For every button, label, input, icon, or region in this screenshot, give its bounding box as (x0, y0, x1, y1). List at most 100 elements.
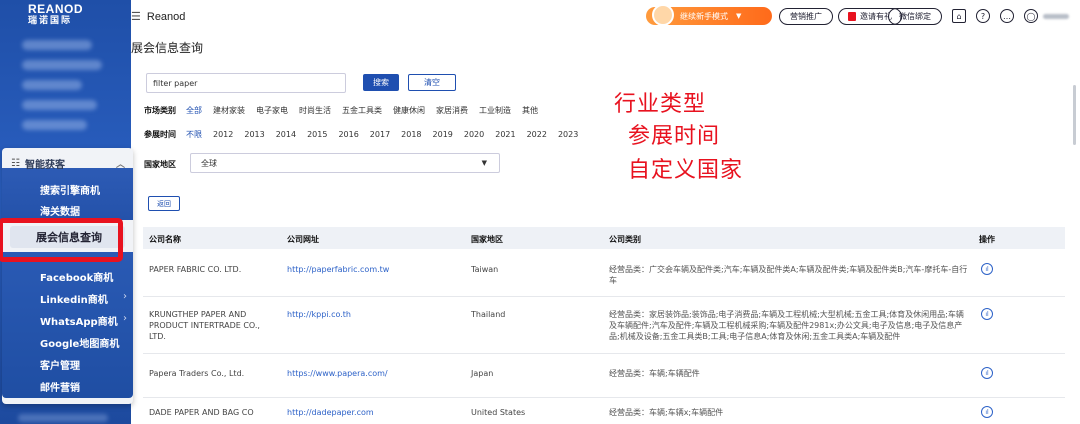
username-blurred (1043, 14, 1069, 19)
company-url[interactable]: http://paperfabric.com.tw (287, 264, 389, 275)
market-category-label: 市场类别 (144, 106, 176, 115)
market-option[interactable]: 其他 (522, 105, 538, 116)
menu-item-google-maps[interactable]: Google地图商机 (40, 335, 119, 350)
menu-item-search-engine[interactable]: 搜索引擎商机 (40, 182, 100, 197)
market-option[interactable]: 建材家装 (213, 105, 245, 116)
home-icon[interactable]: ⌂ (952, 9, 966, 23)
exhibition-time-row: 参展时间 不限 2012 2013 2014 2015 2016 2017 20… (144, 129, 589, 140)
menu-item-customer-management[interactable]: 客户管理 (40, 357, 80, 372)
logo[interactable]: REANOD 瑞诺国际 (28, 2, 84, 26)
market-option[interactable]: 工业制造 (479, 105, 511, 116)
newbie-mode-button[interactable]: 继续新手模式 ▼ (646, 4, 772, 26)
search-button[interactable]: 搜索 (363, 74, 399, 91)
exhibition-time-label: 参展时间 (144, 130, 176, 139)
time-option[interactable]: 不限 (186, 129, 202, 140)
detail-icon[interactable]: ıl (981, 308, 993, 320)
logo-text: REANOD (28, 2, 84, 16)
time-option[interactable]: 2018 (401, 130, 421, 139)
company-category: 经营品类：车辆;车辆配件 (609, 369, 700, 378)
brand-name: Reanod (146, 11, 186, 23)
message-icon[interactable]: … (1000, 9, 1014, 23)
company-url[interactable]: https://www.papera.com/ (287, 368, 388, 379)
scrollbar[interactable] (1073, 85, 1076, 145)
market-option[interactable]: 家居消费 (436, 105, 468, 116)
detail-icon[interactable]: ıl (981, 406, 993, 418)
blurred-nav-item[interactable] (22, 80, 82, 90)
wechat-bind-button[interactable]: 微信绑定 (888, 8, 942, 25)
market-option[interactable]: 五金工具类 (342, 105, 382, 116)
time-option[interactable]: 2019 (433, 130, 453, 139)
page-title: 展会信息查询 (131, 41, 204, 55)
help-icon[interactable]: ? (976, 9, 990, 23)
company-country: United States (471, 408, 526, 417)
region-label: 国家地区 (144, 160, 176, 169)
header-category: 公司类别 (609, 235, 641, 244)
table-row: DADE PAPER AND BAG CO http://dadepaper.c… (143, 398, 1065, 424)
top-bar: ☰ Reanod 继续新手模式 ▼ 营销推广 邀请有礼 微信绑定 ⌂ ? … ◯ (131, 0, 1080, 34)
company-country: Japan (471, 369, 494, 378)
company-url[interactable]: http://kppi.co.th (287, 309, 351, 320)
time-option[interactable]: 2017 (370, 130, 390, 139)
company-name: PAPER FABRIC CO. LTD. (149, 265, 242, 274)
brand: ☰ Reanod (131, 10, 185, 23)
time-option[interactable]: 2020 (464, 130, 484, 139)
annotation-country: 自定义国家 (628, 158, 744, 183)
highlight-frame (0, 218, 123, 262)
table-row: Papera Traders Co., Ltd. https://www.pap… (143, 354, 1065, 398)
time-option[interactable]: 2016 (338, 130, 358, 139)
logo-subtext: 瑞诺国际 (28, 15, 73, 25)
company-category: 经营品类：广交会车辆及配件类;汽车;车辆及配件类A;车辆及配件类;车辆及配件类B… (609, 265, 968, 285)
marketing-button[interactable]: 营销推广 (779, 8, 833, 25)
market-option[interactable]: 时尚生活 (299, 105, 331, 116)
menu-item-facebook[interactable]: Facebook商机 (40, 269, 113, 284)
company-country: Taiwan (471, 265, 499, 274)
time-option[interactable]: 2023 (558, 130, 578, 139)
market-option[interactable]: 全部 (186, 105, 202, 116)
company-category: 经营品类：家居装饰品;装饰品;电子消费品;车辆及工程机械;大型机械;五金工具;体… (609, 310, 964, 341)
menu-group-smart-acquisition[interactable]: ☷ 智能获客 ︿ (11, 154, 129, 172)
table-row: PAPER FABRIC CO. LTD. http://paperfabric… (143, 249, 1065, 297)
company-url[interactable]: http://dadepaper.com (287, 407, 374, 418)
annotation-industry: 行业类型 (614, 92, 707, 117)
chevron-right-icon: › (123, 313, 127, 324)
user-icon[interactable]: ◯ (1024, 9, 1038, 23)
clear-button[interactable]: 清空 (408, 74, 456, 91)
mascot-icon (652, 4, 674, 26)
menu-toggle-icon[interactable]: ☰ (131, 11, 141, 23)
blurred-nav-item[interactable] (22, 120, 87, 130)
company-name: Papera Traders Co., Ltd. (149, 369, 245, 378)
region-value: 全球 (201, 158, 217, 168)
search-input[interactable]: filter paper (146, 73, 346, 93)
header-country: 国家地区 (471, 235, 503, 244)
blurred-nav-item[interactable] (18, 414, 108, 422)
menu-item-customs-data[interactable]: 海关数据 (40, 203, 80, 218)
back-button[interactable]: 返回 (148, 196, 180, 211)
filter-panel: filter paper 搜索 清空 市场类别 全部 建材家装 电子家电 时尚生… (138, 61, 1078, 191)
menu-group-label: 智能获客 (24, 159, 65, 171)
market-option[interactable]: 健康休闲 (393, 105, 425, 116)
blurred-nav-item[interactable] (22, 100, 97, 110)
time-option[interactable]: 2013 (244, 130, 264, 139)
marketing-label: 营销推广 (790, 12, 822, 21)
menu-item-linkedin[interactable]: Linkedin商机 (40, 291, 108, 306)
time-option[interactable]: 2014 (276, 130, 296, 139)
time-option[interactable]: 2022 (527, 130, 547, 139)
market-option[interactable]: 电子家电 (256, 105, 288, 116)
chevron-down-icon: ▼ (736, 12, 742, 20)
caret-down-icon: ▼ (481, 159, 487, 167)
header-company-name: 公司名称 (149, 235, 181, 244)
detail-icon[interactable]: ıl (981, 263, 993, 275)
menu-item-email-marketing[interactable]: 邮件营销 (40, 379, 80, 394)
detail-icon[interactable]: ıl (981, 367, 993, 379)
list-icon: ☷ (11, 157, 20, 169)
region-select[interactable]: 全球 ▼ (190, 153, 500, 173)
search-input-value: filter paper (153, 78, 198, 88)
blurred-nav-item[interactable] (22, 40, 92, 50)
time-option[interactable]: 2021 (495, 130, 515, 139)
time-option[interactable]: 2015 (307, 130, 327, 139)
newbie-mode-label: 继续新手模式 (680, 11, 728, 21)
menu-item-whatsapp[interactable]: WhatsApp商机 (40, 313, 118, 328)
time-option[interactable]: 2012 (213, 130, 233, 139)
menu-item-label: Linkedin商机 (40, 295, 108, 306)
blurred-nav-item[interactable] (22, 60, 102, 70)
